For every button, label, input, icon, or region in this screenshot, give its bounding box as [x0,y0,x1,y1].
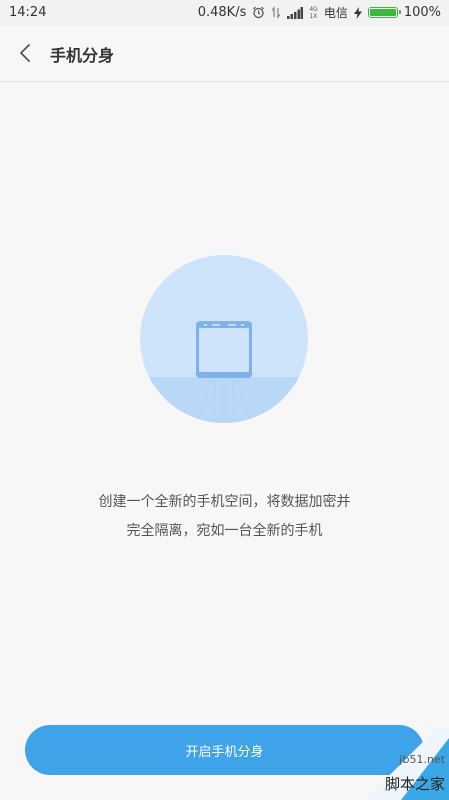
dual-phone-illustration [140,255,308,423]
network-type-top: 4G [309,5,318,13]
chevron-left-icon [20,44,30,62]
back-button[interactable] [10,38,40,68]
carrier-name: 电信 [323,6,348,20]
data-transfer-icon [271,6,281,19]
status-bar: 14:24 0.48K/s 4G 1X 电信 100% [0,0,449,26]
battery-level-fill [369,9,396,16]
feature-description: 创建一个全新的手机空间，将数据加密并 完全隔离，宛如一台全新的手机 [0,488,449,546]
alarm-clock-icon [252,6,265,19]
signal-strength-icon [287,6,304,19]
watermark-name: 脚本之家 [384,775,445,793]
description-line-1: 创建一个全新的手机空间，将数据加密并 [98,494,351,510]
title-bar: 手机分身 [0,26,449,82]
watermark: jb51.net 脚本之家 [359,728,449,800]
description-line-2: 完全隔离，宛如一台全新的手机 [126,523,323,539]
screen: 14:24 0.48K/s 4G 1X 电信 100% 手机分身 创建一个全新的… [0,0,449,800]
status-icons: 0.48K/s 4G 1X 电信 100% [198,4,441,21]
watermark-url: jb51.net [399,753,445,766]
phone-illustration-icon [140,255,308,423]
charging-bolt-icon [353,6,362,19]
page-title: 手机分身 [50,46,115,65]
battery-percent: 100% [403,5,441,20]
network-type-badge: 4G 1X [309,6,317,20]
network-type-bottom: 1X [309,12,318,20]
battery-icon [367,7,401,18]
network-speed: 0.48K/s [197,5,247,20]
status-time: 14:24 [9,5,47,20]
